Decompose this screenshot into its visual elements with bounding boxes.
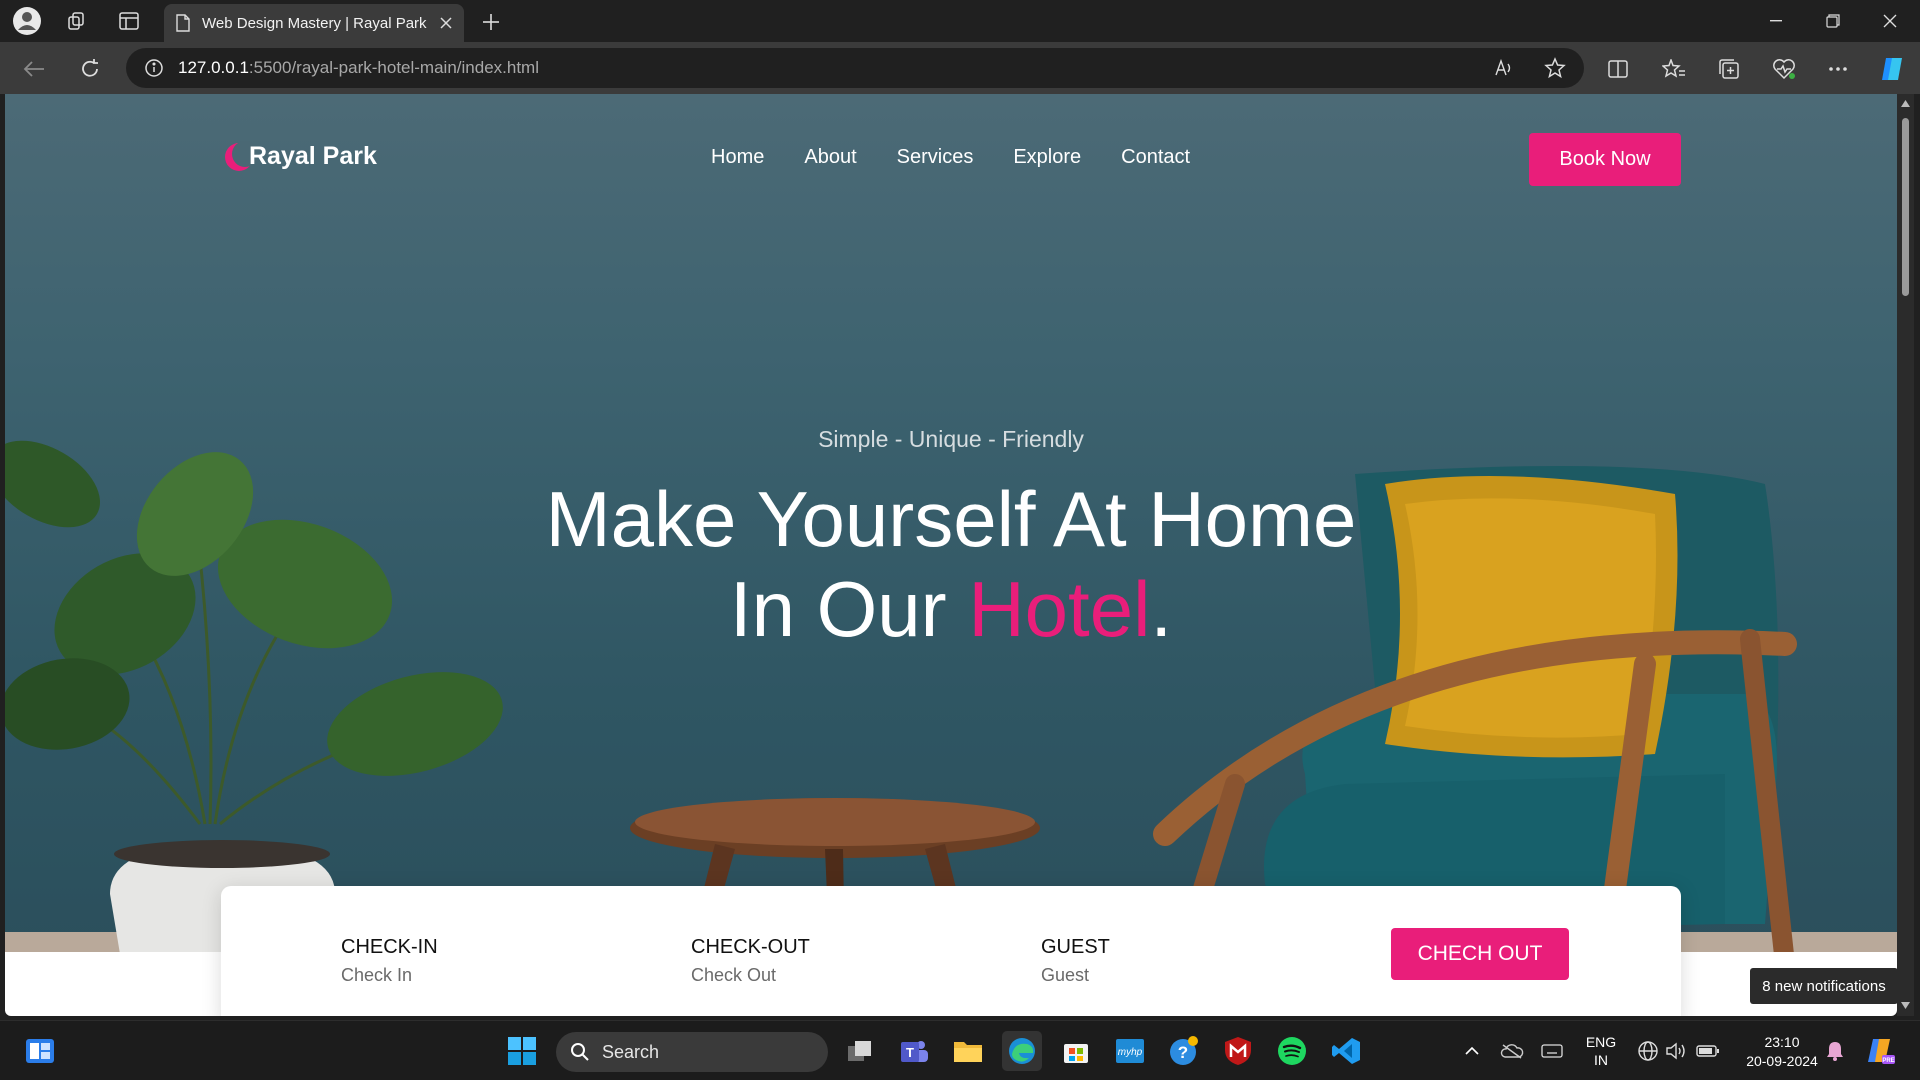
- svg-text:?: ?: [1178, 1043, 1188, 1062]
- read-aloud-icon[interactable]: [1494, 59, 1514, 77]
- guest-label: GUEST: [1041, 936, 1110, 958]
- copilot-taskbar-icon[interactable]: PRE: [1860, 1031, 1900, 1071]
- hero-section: Rayal Park Home About Services Explore C…: [5, 94, 1897, 952]
- minimize-button[interactable]: [1748, 0, 1804, 42]
- spotify-icon[interactable]: [1272, 1031, 1312, 1071]
- edge-icon[interactable]: [1002, 1031, 1042, 1071]
- close-window-button[interactable]: [1862, 0, 1918, 42]
- plus-icon: [483, 14, 499, 30]
- address-bar[interactable]: 127.0.0.1:5500/rayal-park-hotel-main/ind…: [126, 48, 1584, 88]
- booking-form: CHECK-IN Check In CHECK-OUT Check Out GU…: [221, 886, 1681, 1016]
- vscode-icon[interactable]: [1326, 1031, 1366, 1071]
- hero-subtitle: Simple - Unique - Friendly: [818, 426, 1084, 452]
- language-indicator[interactable]: ENG IN: [1580, 1033, 1622, 1069]
- favorites-icon[interactable]: [1658, 53, 1690, 85]
- back-icon[interactable]: [18, 53, 50, 85]
- collections-icon[interactable]: [1713, 53, 1745, 85]
- tab-title: Web Design Mastery | Rayal Park: [202, 14, 427, 32]
- url-host: 127.0.0.1: [178, 58, 249, 77]
- copilot-icon[interactable]: [1876, 53, 1908, 85]
- browser-toolbar: 127.0.0.1:5500/rayal-park-hotel-main/ind…: [0, 42, 1920, 94]
- checkout-label: CHECK-OUT: [691, 936, 810, 958]
- browser-tab-bar: Web Design Mastery | Rayal Park: [0, 0, 1920, 42]
- nav-link-contact[interactable]: Contact: [1121, 146, 1190, 169]
- site-logo[interactable]: Rayal Park: [225, 140, 377, 171]
- checkout-input[interactable]: Check Out: [691, 965, 810, 986]
- microsoft-store-icon[interactable]: [1056, 1031, 1096, 1071]
- active-tab[interactable]: Web Design Mastery | Rayal Park: [164, 4, 464, 42]
- hero-title: Make Yourself At Home In Our Hotel.: [5, 474, 1897, 654]
- guest-field[interactable]: GUEST Guest: [1041, 936, 1110, 986]
- new-tab-button[interactable]: [476, 8, 506, 36]
- start-windows-icon[interactable]: [502, 1031, 542, 1071]
- svg-text:T: T: [906, 1045, 914, 1060]
- checkin-input[interactable]: Check In: [341, 965, 438, 986]
- page-icon: [176, 14, 190, 32]
- nav-link-about[interactable]: About: [804, 146, 856, 169]
- keyboard-icon[interactable]: [1532, 1031, 1572, 1071]
- close-tab-icon[interactable]: [440, 17, 452, 29]
- logo-text: Rayal Park: [249, 142, 377, 170]
- hero-title-line-2-start: In Our: [729, 565, 969, 653]
- onedrive-icon[interactable]: [1492, 1031, 1532, 1071]
- scroll-thumb[interactable]: [1902, 118, 1909, 296]
- mcafee-icon[interactable]: [1218, 1031, 1258, 1071]
- more-options-icon[interactable]: [1822, 53, 1854, 85]
- profile-icon[interactable]: [10, 6, 44, 36]
- url-path: :5500/rayal-park-hotel-main/index.html: [248, 58, 539, 77]
- browser-essentials-icon[interactable]: [1768, 53, 1800, 85]
- booking-submit-button[interactable]: CHECH OUT: [1391, 928, 1569, 980]
- site-info-icon[interactable]: [144, 58, 164, 78]
- notification-bell-icon[interactable]: [1815, 1031, 1855, 1071]
- taskbar-search[interactable]: Search: [556, 1032, 828, 1072]
- checkin-label: CHECK-IN: [341, 936, 438, 958]
- taskbar: Search T myhp ? ENG IN 23:10 20-09-2024 …: [0, 1020, 1920, 1080]
- region-code: IN: [1594, 1052, 1608, 1068]
- checkout-field[interactable]: CHECK-OUT Check Out: [691, 936, 810, 986]
- split-screen-icon[interactable]: [1602, 53, 1634, 85]
- vertical-tabs-icon[interactable]: [112, 6, 146, 36]
- checkin-field[interactable]: CHECK-IN Check In: [341, 936, 438, 986]
- restore-button[interactable]: [1805, 0, 1861, 42]
- hero-title-line-2-end: .: [1150, 565, 1173, 653]
- hero-title-line-1: Make Yourself At Home: [545, 475, 1357, 563]
- task-view-icon[interactable]: [840, 1031, 880, 1071]
- nav-link-explore[interactable]: Explore: [1013, 146, 1081, 169]
- page-scrollbar[interactable]: [1897, 94, 1914, 1016]
- language-code: ENG: [1585, 1034, 1617, 1050]
- notification-toast[interactable]: 8 new notifications: [1750, 968, 1898, 1004]
- search-icon: [571, 1043, 589, 1061]
- nav-link-home[interactable]: Home: [711, 146, 764, 169]
- taskbar-search-label: Search: [602, 1041, 660, 1062]
- scroll-down-icon[interactable]: [1901, 1002, 1910, 1009]
- workspaces-icon[interactable]: [60, 6, 94, 36]
- show-hidden-icons-icon[interactable]: [1452, 1031, 1492, 1071]
- hero-title-accent: Hotel: [968, 565, 1151, 653]
- page-viewport: Rayal Park Home About Services Explore C…: [5, 94, 1897, 1016]
- guest-input[interactable]: Guest: [1041, 965, 1110, 986]
- svg-text:PRE: PRE: [1882, 1058, 1894, 1064]
- refresh-icon[interactable]: [74, 53, 106, 85]
- myhp-icon[interactable]: myhp: [1110, 1031, 1150, 1071]
- scroll-up-icon[interactable]: [1901, 100, 1910, 107]
- svg-text:myhp: myhp: [1118, 1047, 1143, 1058]
- main-nav: Home About Services Explore Contact: [711, 146, 1190, 169]
- teams-icon[interactable]: T: [894, 1031, 934, 1071]
- file-explorer-icon[interactable]: [948, 1031, 988, 1071]
- widgets-icon[interactable]: [20, 1031, 60, 1071]
- get-help-icon[interactable]: ?: [1164, 1031, 1204, 1071]
- favorite-star-icon[interactable]: [1544, 57, 1566, 79]
- book-now-button[interactable]: Book Now: [1529, 133, 1681, 186]
- nav-link-services[interactable]: Services: [897, 146, 974, 169]
- battery-icon[interactable]: [1688, 1031, 1728, 1071]
